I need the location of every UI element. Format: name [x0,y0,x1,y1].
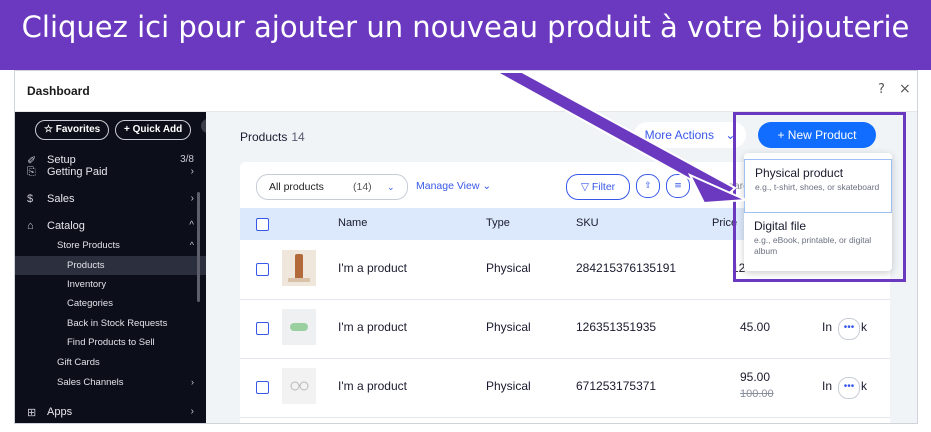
product-image [282,250,316,286]
page-title-text: Products [240,130,288,144]
export-icon[interactable]: ⇧ [636,174,660,198]
sidebar-item-label: Categories [67,298,113,309]
product-type: Physical [486,320,531,334]
sidebar-item-find-products[interactable]: Find Products to Sell [15,333,206,352]
tutorial-banner: Cliquez ici pour ajouter un nouveau prod… [0,0,931,70]
favorites-button[interactable]: ☆ Favorites [35,120,110,140]
product-price: 95.00 [740,370,771,384]
sidebar-item-back-in-stock[interactable]: Back in Stock Requests [15,314,206,333]
sidebar-item-label: Back in Stock Requests [67,318,168,329]
inventory-status-tail: k [861,379,867,393]
title-bar: Dashboard ? × [15,71,917,112]
sidebar: ☆ Favorites + Quick Add ✐ Setup 3/8 ⎘ Ge… [15,112,206,423]
select-label: All products [269,181,324,193]
sidebar-item-label: Products [67,260,105,271]
row-checkbox[interactable] [256,263,269,276]
more-options-button[interactable]: ••• [838,377,860,399]
chevron-up-icon: ^ [189,220,194,231]
product-type: Physical [486,261,531,275]
sidebar-scrollbar[interactable] [197,192,200,302]
product-name[interactable]: I'm a product [338,320,407,334]
apps-icon: ⊞ [27,407,37,419]
getting-paid-icon: ⎘ [27,166,36,178]
quick-add-button[interactable]: + Quick Add [115,120,192,140]
columns-icon[interactable]: ≡ [666,174,690,198]
chevron-right-icon: › [191,377,194,387]
sidebar-item-sales-channels[interactable]: Sales Channels › [15,373,206,392]
product-thumbnail [282,368,316,404]
product-old-price: 100.00 [740,388,774,400]
product-view-select[interactable]: All products (14) ⌄ [256,174,408,200]
sidebar-item-label: Store Products [57,240,120,251]
sidebar-item-label: Sales [47,193,75,205]
product-type: Physical [486,379,531,393]
table-row[interactable]: I'm a product Physical 671253175371 95.0… [240,358,890,418]
inventory-status: In [822,320,833,334]
product-name[interactable]: I'm a product [338,261,407,275]
inventory-status: In [822,379,833,393]
more-options-button[interactable]: ••• [838,318,860,340]
product-count: 14 [291,130,305,144]
product-image [282,368,316,404]
sidebar-item-label: Find Products to Sell [67,337,155,348]
sidebar-item-label: Catalog [47,220,85,232]
close-icon[interactable]: × [899,81,911,97]
column-header-sku[interactable]: SKU [576,217,599,229]
sales-icon: $ [27,193,34,205]
setup-progress: 3/8 [180,154,194,165]
product-image [282,309,316,345]
sidebar-item-gift-cards[interactable]: Gift Cards [15,353,206,372]
sidebar-item-label: Gift Cards [57,357,100,368]
sidebar-item-label: Getting Paid [47,166,108,178]
select-all-checkbox[interactable] [256,218,269,231]
sidebar-item-label: Setup [47,154,76,166]
table-row[interactable]: I'm a product Physical 126351351935 45.0… [240,299,890,359]
column-header-name[interactable]: Name [338,217,367,229]
catalog-icon: ⌂ [27,220,34,232]
sidebar-item-products[interactable]: Products [15,256,206,275]
sidebar-item-label: Sales Channels [57,377,124,388]
chevron-right-icon: › [190,166,194,177]
sidebar-item-label: Inventory [67,279,107,290]
manage-view-link[interactable]: Manage View ⌄ [416,180,491,192]
chevron-right-icon: › [190,193,194,204]
product-sku: 126351351935 [576,320,657,334]
product-thumbnail [282,250,316,286]
row-checkbox[interactable] [256,322,269,335]
chevron-down-icon: ⌄ [387,182,395,192]
sidebar-item-inventory[interactable]: Inventory [15,275,206,294]
chevron-up-icon: ^ [189,240,194,250]
highlight-box [733,112,906,282]
product-sku: 284215376135191 [576,261,677,275]
column-header-type[interactable]: Type [486,217,510,229]
row-checkbox[interactable] [256,381,269,394]
window-title: Dashboard [27,84,90,98]
select-count: (14) [353,181,372,193]
product-name[interactable]: I'm a product [338,379,407,393]
more-actions-button[interactable]: More Actions ⌄ [634,122,746,148]
product-price: 45.00 [740,320,771,334]
product-thumbnail [282,309,316,345]
product-sku: 671253175371 [576,379,657,393]
filter-button[interactable]: ▽ Filter [566,174,630,200]
chevron-right-icon: › [190,406,194,417]
sidebar-item-categories[interactable]: Categories [15,294,206,313]
more-actions-label: More Actions [644,128,714,142]
banner-text: Cliquez ici pour ajouter un nouveau prod… [21,10,910,44]
page-title: Products 14 [240,130,305,144]
inventory-status-tail: k [861,320,867,334]
sidebar-item-store-products[interactable]: Store Products ^ [15,236,206,255]
help-icon[interactable]: ? [878,82,885,97]
sidebar-item-label: Apps [47,406,73,418]
